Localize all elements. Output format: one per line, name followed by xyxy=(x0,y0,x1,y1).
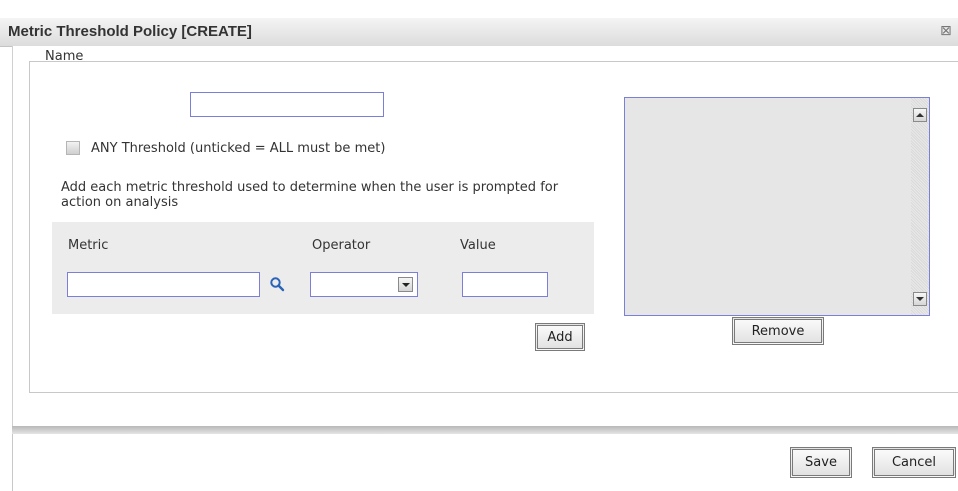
metric-column-header: Metric xyxy=(68,238,109,253)
metric-threshold-dialog: Metric Threshold Policy [CREATE] ⊠ Name … xyxy=(0,0,958,491)
close-icon[interactable]: ⊠ xyxy=(940,23,956,39)
chevron-down-icon[interactable] xyxy=(398,277,413,292)
dialog-titlebar: Metric Threshold Policy [CREATE] ⊠ xyxy=(0,18,958,47)
value-column-header: Value xyxy=(460,238,496,253)
value-input[interactable] xyxy=(462,272,548,297)
operator-select[interactable] xyxy=(310,272,418,297)
remove-button[interactable]: Remove xyxy=(732,317,824,345)
save-button[interactable]: Save xyxy=(790,447,852,478)
instructions-text: Add each metric threshold used to determ… xyxy=(61,180,559,210)
add-button[interactable]: Add xyxy=(535,323,585,351)
scroll-up-icon[interactable] xyxy=(913,108,927,122)
name-input[interactable] xyxy=(190,92,384,117)
name-label: Name xyxy=(45,49,84,64)
scroll-down-icon[interactable] xyxy=(913,292,927,306)
dialog-title: Metric Threshold Policy [CREATE] xyxy=(8,23,252,40)
cancel-button[interactable]: Cancel xyxy=(872,447,956,478)
threshold-list-scrollbar[interactable] xyxy=(911,98,929,315)
search-icon[interactable] xyxy=(269,276,285,292)
threshold-entry-panel: Metric Operator Value xyxy=(52,222,594,314)
any-threshold-label: ANY Threshold (unticked = ALL must be me… xyxy=(91,141,386,156)
threshold-list[interactable] xyxy=(624,97,930,316)
operator-column-header: Operator xyxy=(312,238,371,253)
footer-separator xyxy=(12,426,958,434)
metric-input[interactable] xyxy=(67,272,260,297)
any-threshold-checkbox[interactable] xyxy=(66,141,80,155)
